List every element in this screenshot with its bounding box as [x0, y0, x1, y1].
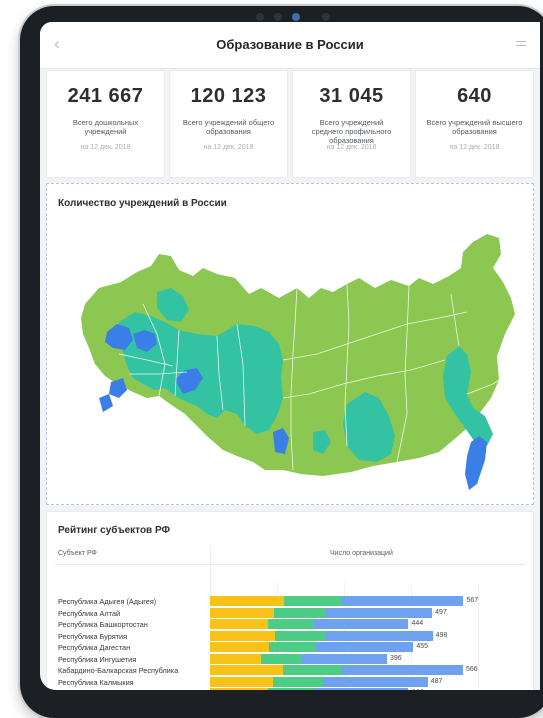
- stat-value: 120 123: [190, 85, 267, 107]
- column-header-region[interactable]: Субъект РФ: [58, 550, 97, 557]
- sensor-dot: [322, 13, 330, 21]
- top-bar: ‹ Образование в России: [40, 22, 540, 69]
- stacked-bar[interactable]: [210, 676, 428, 687]
- bar-value: 497: [435, 608, 447, 616]
- bar-segment-blue: [342, 596, 463, 606]
- sensor-dot: [256, 13, 264, 21]
- hamburger-icon[interactable]: [516, 41, 526, 49]
- table-row[interactable]: Республика Адыгея (Адыгея) 567: [47, 596, 535, 607]
- stacked-bar[interactable]: [210, 619, 408, 629]
- stat-date: на 12 дек. 2018: [449, 144, 500, 151]
- stacked-bar[interactable]: [210, 630, 433, 641]
- bar-segment-green: [273, 676, 323, 687]
- region-name: Карачаево-Черкесская Республика: [58, 689, 177, 690]
- table-row[interactable]: Республика Дагестан 455: [47, 642, 535, 653]
- stat-date: на 12 дек. 2018: [326, 144, 377, 151]
- stat-value: 640: [457, 85, 492, 107]
- region-name: Республика Адыгея (Адыгея): [58, 597, 157, 606]
- stacked-bar[interactable]: [210, 596, 463, 606]
- bar-segment-yellow: [210, 642, 269, 652]
- bar-segment-blue: [341, 665, 463, 675]
- stat-value: 241 667: [67, 85, 144, 107]
- stat-card-preschool: 241 667 Всего дошкольных учреждений на 1…: [46, 70, 165, 178]
- region-name: Республика Бурятия: [58, 631, 128, 641]
- stacked-bar[interactable]: [210, 642, 413, 652]
- table-row[interactable]: Республика Башкортостан 444: [47, 619, 535, 630]
- stat-date: на 12 дек. 2018: [203, 144, 254, 151]
- bar-segment-green: [261, 653, 302, 664]
- bar-segment-green: [275, 630, 326, 641]
- bar-segment-blue: [302, 653, 387, 664]
- map-region: [99, 394, 113, 412]
- bar-segment-yellow: [210, 688, 268, 690]
- bar-value: 455: [416, 643, 429, 650]
- rating-title: Рейтинг субъектов РФ: [58, 525, 171, 536]
- table-row[interactable]: Республика Калмыкия 487: [47, 676, 535, 688]
- region-name: Республика Алтай: [58, 608, 121, 618]
- stat-label: Всего учреждений высшего образования: [426, 118, 523, 136]
- stat-card-general: 120 123 Всего учреждений общего образова…: [169, 70, 288, 178]
- bar-segment-green: [284, 596, 342, 606]
- header-divider: [55, 564, 525, 565]
- region-name: Кабардино-Балкарская Республика: [58, 666, 179, 675]
- stacked-bar[interactable]: [210, 653, 387, 664]
- bar-segment-green: [269, 642, 316, 652]
- bar-segment-yellow: [210, 630, 275, 641]
- bar-segment-green: [283, 665, 341, 675]
- stat-label: Всего учреждений общего образования: [182, 118, 275, 136]
- bar-segment-yellow: [210, 607, 274, 618]
- stat-label: Всего дошкольных учреждений: [72, 118, 139, 136]
- region-name: Республика Дагестан: [58, 643, 131, 652]
- region-name: Республика Ингушетия: [58, 654, 137, 664]
- bar-value: 444: [411, 620, 424, 627]
- stat-card-higher: 640 Всего учреждений высшего образования…: [415, 70, 534, 178]
- map-card: Количество учреждений в России: [46, 183, 534, 505]
- bar-segment-green: [268, 688, 314, 690]
- rating-card: Рейтинг субъектов РФ Субъект РФ Число ор…: [46, 511, 534, 690]
- bar-segment-blue: [316, 642, 413, 652]
- page-title: Образование в России: [216, 37, 364, 52]
- bar-segment-green: [274, 607, 325, 618]
- bar-value: 567: [466, 597, 479, 604]
- bar-segment-yellow: [210, 653, 261, 664]
- map-region: [465, 436, 487, 490]
- sensor-dot: [274, 13, 282, 21]
- app-screen: ‹ Образование в России 241 667 Всего дош…: [40, 22, 540, 690]
- stat-label: Всего учреждений среднего профильного об…: [311, 118, 392, 145]
- stat-value: 31 045: [319, 85, 384, 107]
- bar-segment-yellow: [210, 596, 284, 606]
- bar-value: 566: [466, 666, 478, 673]
- bar-value: 396: [390, 654, 402, 662]
- bar-segment-blue: [314, 619, 408, 629]
- stacked-bar[interactable]: [210, 665, 463, 675]
- table-row[interactable]: Карачаево-Черкесская Республика 444: [47, 688, 535, 690]
- stat-card-vocational: 31 045 Всего учреждений среднего профиль…: [292, 70, 411, 178]
- stacked-bar[interactable]: [210, 688, 408, 690]
- bar-segment-green: [268, 619, 314, 629]
- bar-segment-blue: [325, 607, 432, 618]
- table-row[interactable]: Кабардино-Балкарская Республика 566: [47, 665, 535, 676]
- camera-dot: [292, 13, 300, 21]
- bar-segment-blue: [323, 676, 428, 687]
- table-row[interactable]: Республика Ингушетия 396: [47, 653, 535, 665]
- stacked-bar[interactable]: [210, 607, 432, 618]
- table-row[interactable]: Республика Алтай 497: [47, 607, 535, 619]
- bar-segment-yellow: [210, 676, 273, 687]
- bar-segment-blue: [314, 688, 408, 690]
- region-name: Республика Калмыкия: [58, 677, 134, 687]
- bar-segment-blue: [326, 630, 433, 641]
- bar-segment-yellow: [210, 619, 268, 629]
- stat-date: на 12 дек. 2018: [80, 144, 131, 151]
- russia-map[interactable]: [47, 184, 535, 506]
- table-row[interactable]: Республика Бурятия 498: [47, 630, 535, 642]
- bar-segment-yellow: [210, 665, 283, 675]
- region-name: Республика Башкортостан: [58, 620, 148, 629]
- bar-value: 444: [411, 689, 423, 690]
- column-header-count[interactable]: Число организаций: [330, 550, 393, 557]
- bar-value: 498: [435, 631, 448, 639]
- bar-value: 487: [430, 677, 443, 685]
